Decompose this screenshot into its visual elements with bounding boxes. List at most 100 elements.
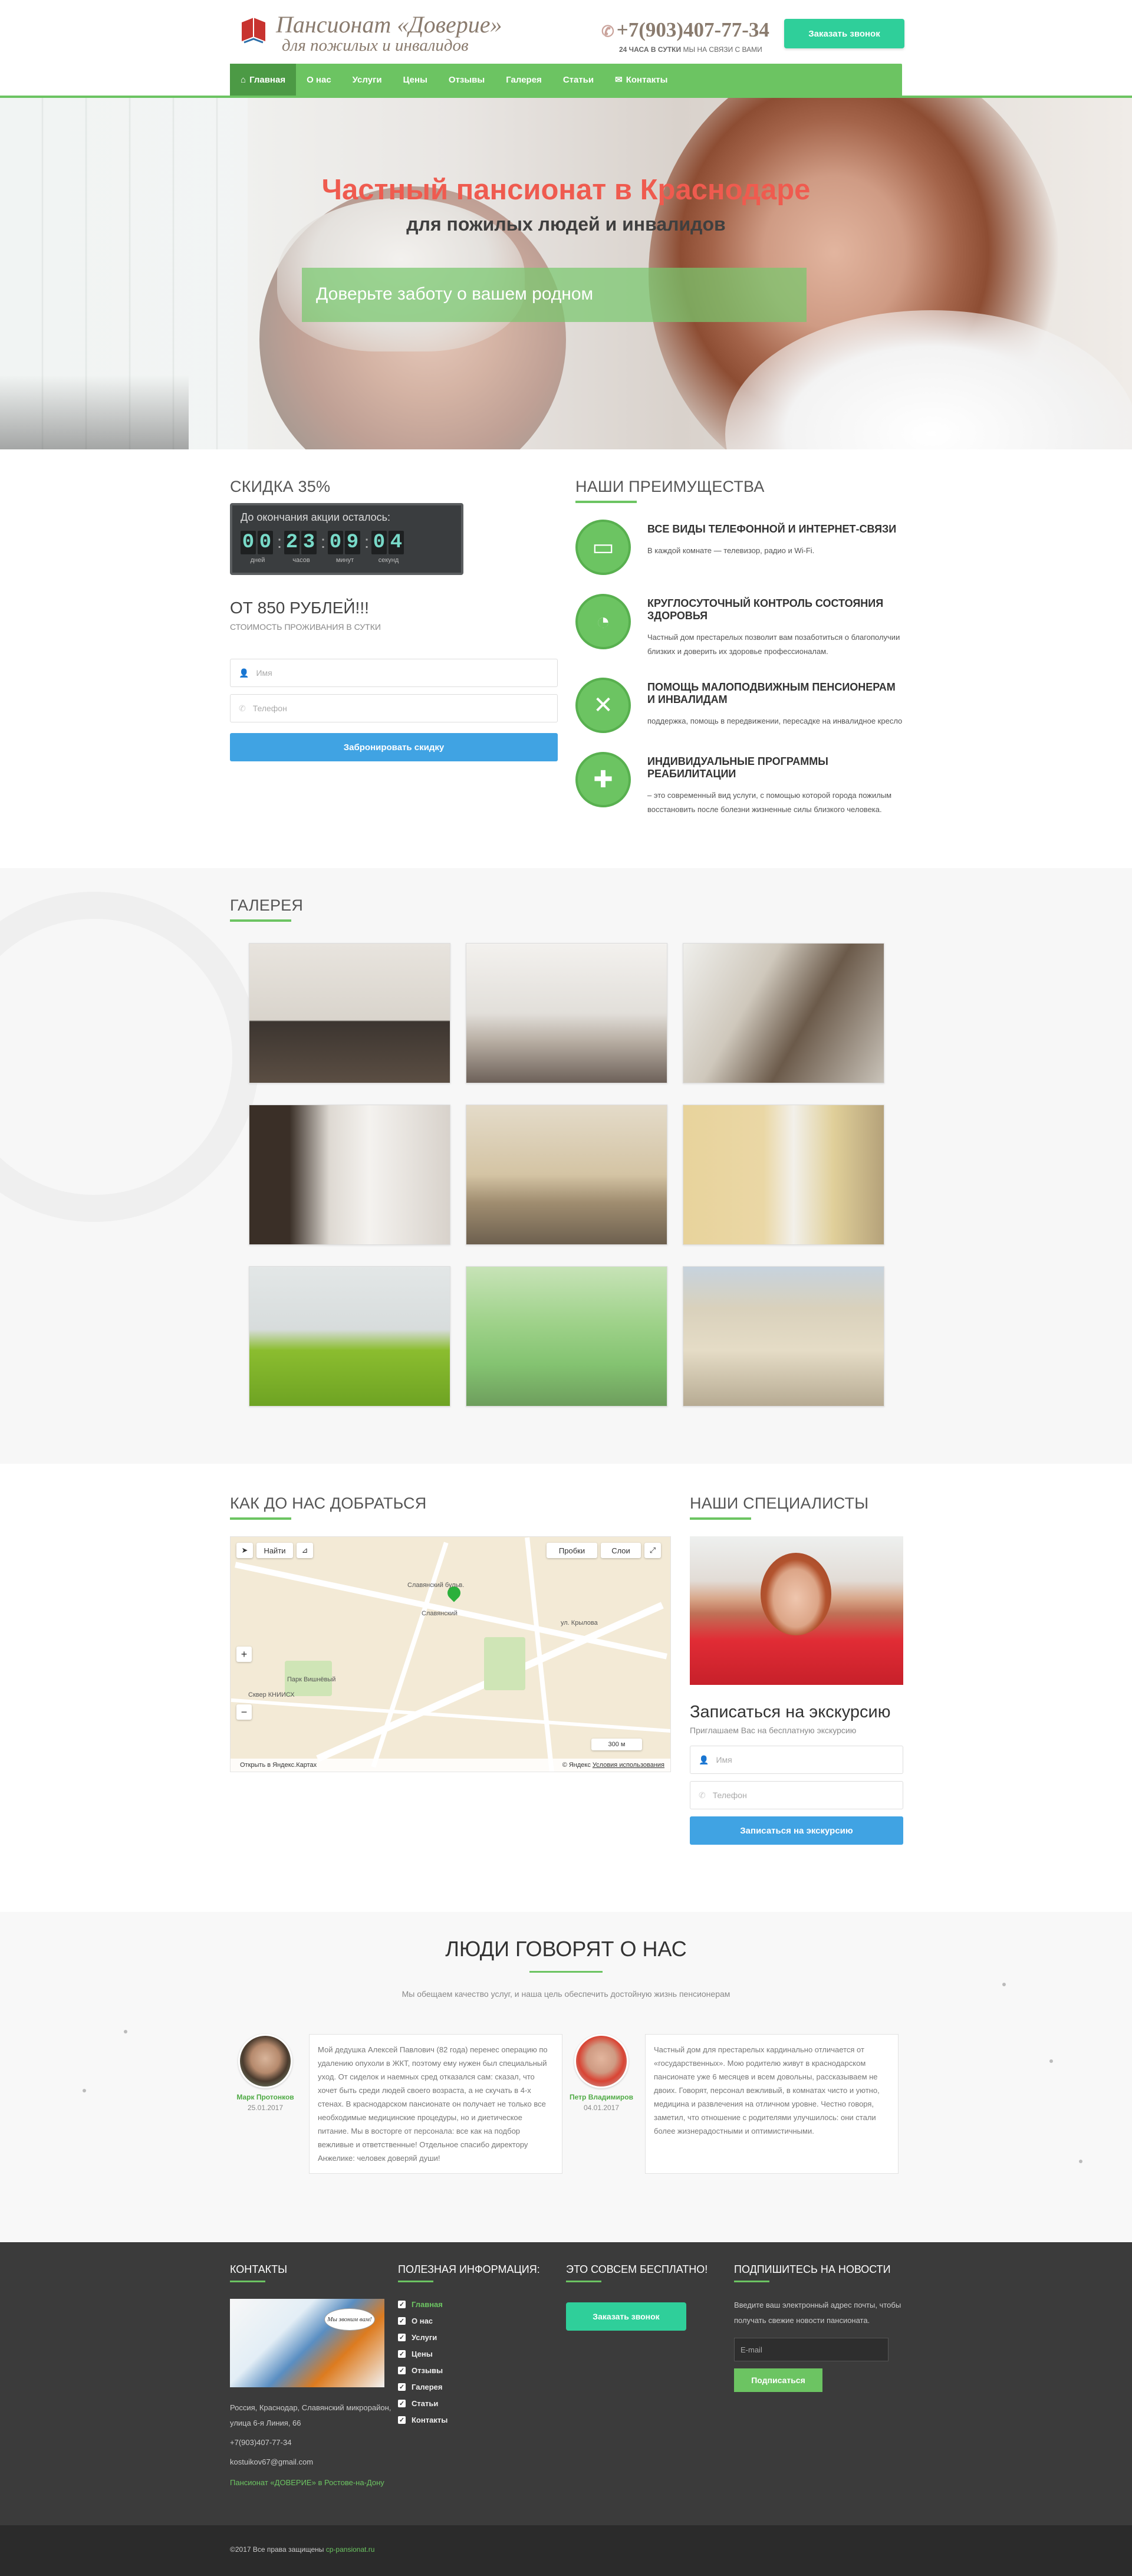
map-fullscreen-icon[interactable]: ⤢ — [644, 1543, 661, 1558]
subscribe-button[interactable]: Подписаться — [734, 2368, 822, 2392]
specialists-column: Наши специалисты Записаться на экскурсию… — [690, 1494, 903, 1845]
review-card: Марк Протонков 25.01.2017 Мой дедушка Ал… — [230, 2034, 566, 2174]
map-zoom-in-icon[interactable]: + — [236, 1647, 252, 1662]
phone-field[interactable]: ✆ Телефон — [230, 694, 558, 722]
footer-link-item[interactable]: ✓ Контакты — [398, 2416, 566, 2424]
logo[interactable]: Пансионат «Доверие» для пожилых и инвали… — [239, 13, 502, 54]
gallery-photo-hall[interactable] — [466, 1105, 667, 1245]
footer-email[interactable]: kostuikov67@gmail.com — [230, 2457, 398, 2466]
yandex-map[interactable]: Славянский бульв. Славянский ул. Крылова… — [230, 1536, 671, 1772]
map-underline — [230, 1517, 291, 1520]
advantages-list: ▭ ВСЕ ВИДЫ ТЕЛЕФОННОЙ И ИНТЕРНЕТ-СВЯЗИ В к… — [575, 520, 906, 817]
review-date: 04.01.2017 — [583, 2104, 620, 2112]
decor-dot — [124, 2030, 127, 2033]
map-traffic-button[interactable]: Пробки — [547, 1543, 597, 1558]
timer-separator: : — [277, 533, 282, 552]
map-terms-link[interactable]: Условия использования — [593, 1762, 664, 1769]
book-discount-button[interactable]: Забронировать скидку — [230, 733, 558, 761]
gallery-bg-decor — [0, 892, 259, 1222]
footer-link-label: Отзывы — [412, 2366, 443, 2375]
map-zoom-out-icon[interactable]: − — [236, 1704, 252, 1720]
footer-callback-button[interactable]: Заказать звонок — [566, 2302, 686, 2331]
header-phone-number[interactable]: +7(903)407-77-34 — [617, 18, 769, 41]
clipboard-icon: ✚ — [575, 752, 631, 807]
checkbox-icon: ✓ — [398, 2301, 406, 2308]
footer-useful-info: Полезная информация: ✓ Главная ✓ О нас ✓ Услу… — [398, 2263, 566, 2487]
gallery-photo-doorway[interactable] — [249, 1105, 450, 1245]
nav-item-label: Цены — [403, 74, 427, 85]
logo-subtitle: для пожилых и инвалидов — [282, 36, 469, 55]
gallery-photo-yellow-corridor[interactable] — [683, 1105, 884, 1245]
footer-rostov-link[interactable]: Пансионат «ДОВЕРИЕ» в Ростове-на-Дону — [230, 2478, 398, 2487]
map-find-button[interactable]: Найти — [256, 1543, 293, 1558]
advantage-desc: Частный дом престарелых позволит вам поз… — [647, 633, 900, 656]
reviews-list: Марк Протонков 25.01.2017 Мой дедушка Ал… — [230, 2034, 902, 2174]
map-ruler-icon[interactable]: ⊿ — [297, 1543, 313, 1558]
advantage-item: ◔ КРУГЛОСУТОЧНЫЙ КОНТРОЛЬ СОСТОЯНИЯ ЗДОРО… — [575, 594, 906, 659]
nav-item-4[interactable]: Отзывы — [438, 64, 495, 96]
gallery-grid — [249, 943, 902, 1407]
footer-useful-heading: Полезная информация: — [398, 2263, 540, 2275]
gallery-photo-staircase[interactable] — [683, 943, 884, 1083]
logo-book-icon — [239, 13, 268, 46]
nav-item-6[interactable]: Статьи — [552, 64, 604, 96]
timer-label: минут — [335, 557, 354, 564]
review-card: Петр Владимиров 04.01.2017 Частный дом д… — [566, 2034, 902, 2174]
hero-cta-box: Доверьте заботу о вашем родном — [302, 268, 807, 322]
footer-link-item[interactable]: ✓ О нас — [398, 2317, 566, 2325]
gallery-photo-room-window[interactable] — [466, 943, 667, 1083]
excursion-phone-field[interactable]: ✆ Телефон — [690, 1781, 903, 1809]
callback-button[interactable]: Заказать звонок — [784, 19, 904, 48]
nav-item-5[interactable]: Галерея — [495, 64, 552, 96]
timer-label: часов — [292, 557, 310, 564]
gallery-underline — [230, 919, 291, 922]
gallery-photo-green-bedroom[interactable] — [466, 1266, 667, 1407]
gallery-photo-building[interactable] — [683, 1266, 884, 1407]
nav-item-2[interactable]: Услуги — [342, 64, 393, 96]
discount-column: Скидка 35% До окончания акции осталось: … — [230, 478, 558, 761]
footer-link-item[interactable]: ✓ Цены — [398, 2350, 566, 2358]
nav-item-0[interactable]: ⌂ Главная — [230, 64, 297, 96]
advantage-item: ✕ ПОМОЩЬ МАЛОПОДВИЖНЫМ ПЕНСИОНЕРАМ И ИНВА… — [575, 678, 906, 733]
excursion-name-field[interactable]: 👤 Имя — [690, 1746, 903, 1774]
newsletter-email-field[interactable]: E-mail — [734, 2338, 889, 2361]
copyright-bar: ©2017 Все права защищены cp-pansionat.ru — [0, 2525, 1132, 2576]
gallery-photo-bathroom[interactable] — [249, 1266, 450, 1407]
footer-link-label: Статьи — [412, 2399, 439, 2408]
footer-phone[interactable]: +7(903)407-77-34 — [230, 2438, 398, 2447]
nav-item-7[interactable]: ✉ Контакты — [604, 64, 678, 96]
advantage-item: ▭ ВСЕ ВИДЫ ТЕЛЕФОННОЙ И ИНТЕРНЕТ-СВЯЗИ В к… — [575, 520, 906, 575]
checkbox-icon: ✓ — [398, 2317, 406, 2325]
checkbox-icon: ✓ — [398, 2334, 406, 2341]
copyright-text: ©2017 Все права защищены — [230, 2545, 324, 2554]
advantage-title: ВСЕ ВИДЫ ТЕЛЕФОННОЙ И ИНТЕРНЕТ-СВЯЗИ — [647, 523, 897, 535]
footer-link-label: Главная — [412, 2300, 443, 2309]
excursion-submit-button[interactable]: Записаться на экскурсию — [690, 1816, 903, 1845]
phone-icon: ✆ — [699, 1790, 706, 1800]
advantage-text: ИНДИВИДУАЛЬНЫЕ ПРОГРАММЫ РЕАБИЛИТАЦИИ – э… — [647, 752, 906, 817]
advantage-desc: – это современный вид услуги, с помощью … — [647, 791, 892, 814]
name-field[interactable]: 👤 Имя — [230, 659, 558, 687]
timer-digit-pair: 04 — [371, 531, 406, 554]
footer-link-item[interactable]: ✓ Главная — [398, 2300, 566, 2309]
specialist-portrait — [761, 1553, 831, 1635]
map-open-link[interactable]: Открыть в Яндекс.Картах — [240, 1762, 317, 1769]
nav-item-3[interactable]: Цены — [393, 64, 438, 96]
decor-dot — [1079, 2160, 1082, 2163]
phone-icon: ✆ — [601, 23, 614, 40]
footer-link-item[interactable]: ✓ Услуги — [398, 2333, 566, 2342]
footer-link-item[interactable]: ✓ Галерея — [398, 2383, 566, 2391]
footer-link-item[interactable]: ✓ Статьи — [398, 2399, 566, 2408]
map-locate-icon[interactable]: ➤ — [236, 1543, 253, 1558]
logo-name: Пансионат «Доверие» — [276, 11, 502, 38]
checkbox-icon: ✓ — [398, 2383, 406, 2391]
gallery-photo-room-table[interactable] — [249, 943, 450, 1083]
specialist-photo — [690, 1536, 903, 1685]
header-phone[interactable]: ✆ +7(903)407-77-34 — [601, 19, 769, 43]
copyright-site-link[interactable]: cp-pansionat.ru — [326, 2545, 375, 2554]
footer-link-item[interactable]: ✓ Отзывы — [398, 2366, 566, 2375]
map-copyright: © Яндекс Условия использования — [562, 1762, 664, 1769]
main-menu: ⌂ Главная О нас Услуги Цены Отзывы Галерея Стат… — [230, 64, 902, 96]
map-layers-button[interactable]: Слои — [601, 1543, 641, 1558]
nav-item-1[interactable]: О нас — [296, 64, 342, 96]
